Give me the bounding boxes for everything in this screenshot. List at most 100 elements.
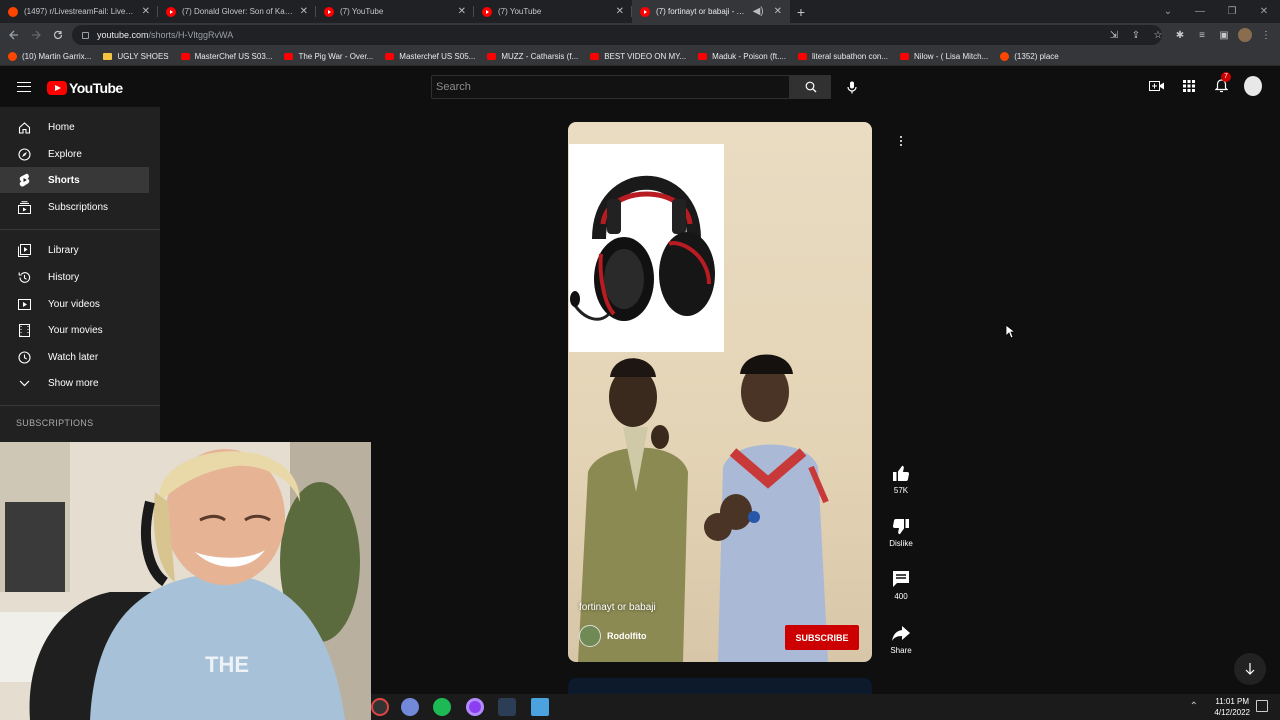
sidebar-item-label: History: [48, 271, 80, 283]
speaker-icon[interactable]: ◀): [753, 6, 764, 17]
obs-icon[interactable]: [371, 698, 389, 716]
lock-icon[interactable]: [82, 31, 89, 39]
bookmark[interactable]: MUZZ - Catharsis (f...: [487, 52, 578, 61]
next-short-button[interactable]: [1234, 653, 1266, 685]
reload-button[interactable]: [47, 24, 69, 46]
bookmark[interactable]: Maduk - Poison (ft....: [698, 52, 786, 61]
sidebar-item-home[interactable]: Home: [0, 114, 149, 140]
tray-chevron-icon[interactable]: ⌃: [1190, 701, 1198, 712]
close-icon[interactable]: ✕: [458, 6, 466, 17]
shorts-video-player[interactable]: fortinayt or babaji Rodolfito SUBSCRIBE: [568, 122, 872, 662]
sidebar-item-label: Library: [48, 244, 79, 256]
search-input[interactable]: Search: [431, 75, 790, 99]
browser-tab[interactable]: (7) YouTube ✕: [474, 0, 632, 23]
sidebar-item-show-more[interactable]: Show more: [0, 370, 149, 396]
restore-button[interactable]: ❐: [1216, 0, 1248, 23]
minimize-button[interactable]: —: [1184, 0, 1216, 23]
sidebar-item-history[interactable]: History: [0, 264, 149, 290]
action-center-icon[interactable]: [1256, 700, 1268, 712]
bookmark-label: Masterchef US S05...: [399, 51, 476, 61]
voice-search-button[interactable]: [841, 76, 863, 98]
extensions-icon[interactable]: ✱: [1172, 30, 1188, 41]
bookmark-label: The Pig War - Over...: [298, 51, 374, 61]
browser-tab-active[interactable]: (7) fortinayt or babaji - YouTu ◀) ✕: [632, 0, 790, 23]
youtube-icon: [482, 6, 492, 17]
notifications-bell-icon[interactable]: 7: [1212, 72, 1231, 95]
sidebar-section-heading: SUBSCRIPTIONS: [16, 418, 94, 428]
sidebar-item-library[interactable]: Library: [0, 237, 149, 263]
close-icon[interactable]: ✕: [616, 6, 624, 17]
sidebar-item-shorts[interactable]: Shorts: [0, 167, 149, 193]
browser-tab[interactable]: (1497) r/LivestreamFail: Livestrea ✕: [0, 0, 158, 23]
share-button[interactable]: Share: [882, 622, 920, 655]
bookmark[interactable]: BEST VIDEO ON MY...: [590, 52, 686, 61]
bookmark-label: MasterChef US S03...: [194, 51, 273, 61]
bookmark-label: Nilow - ( Lisa Mitch...: [914, 51, 989, 61]
spotify-icon[interactable]: [433, 698, 451, 716]
side-panel-icon[interactable]: ▣: [1216, 30, 1232, 41]
app-icon[interactable]: [466, 698, 484, 716]
install-icon[interactable]: ⇲: [1106, 30, 1122, 41]
more-options-icon[interactable]: [895, 133, 907, 149]
search-button[interactable]: [790, 75, 831, 99]
share-label: Share: [890, 646, 912, 655]
dislike-button[interactable]: Dislike: [882, 515, 920, 548]
account-avatar[interactable]: [1244, 76, 1262, 96]
bookmark[interactable]: UGLY SHOES: [103, 51, 169, 61]
bookmark[interactable]: Nilow - ( Lisa Mitch...: [900, 52, 988, 61]
bookmark-label: (10) Martin Garrix...: [22, 51, 92, 61]
sidebar-item-your-movies[interactable]: Your movies: [0, 317, 149, 343]
sidebar-item-label: Show more: [48, 377, 99, 389]
channel-info[interactable]: Rodolfito: [579, 625, 647, 647]
share-icon[interactable]: ⇪: [1128, 30, 1144, 41]
sidebar-item-subscriptions[interactable]: Subscriptions: [0, 194, 149, 220]
channel-name[interactable]: Rodolfito: [607, 631, 647, 641]
close-icon[interactable]: ✕: [142, 6, 150, 17]
sidebar-item-your-videos[interactable]: Your videos: [0, 291, 149, 317]
like-button[interactable]: 57K: [882, 462, 920, 495]
bookmark[interactable]: (10) Martin Garrix...: [8, 51, 92, 61]
close-window-button[interactable]: ✕: [1248, 0, 1280, 23]
taskbar-clock[interactable]: 11:01 PM 4/12/2022: [1214, 696, 1250, 718]
create-video-icon[interactable]: [1148, 77, 1166, 95]
channel-avatar[interactable]: [579, 625, 601, 647]
hamburger-menu-icon[interactable]: [17, 82, 31, 92]
sidebar-item-watch-later[interactable]: Watch later: [0, 344, 149, 370]
media-icon[interactable]: ≡: [1194, 30, 1210, 41]
youtube-logo[interactable]: YouTube: [47, 80, 123, 96]
bookmark[interactable]: The Pig War - Over...: [284, 52, 373, 61]
bookmark-label: UGLY SHOES: [117, 51, 169, 61]
comments-button[interactable]: 400: [882, 568, 920, 601]
sidebar-item-label: Your movies: [48, 324, 103, 336]
apps-grid-icon[interactable]: [1180, 77, 1198, 95]
tab-search-icon[interactable]: ⌄: [1152, 0, 1184, 23]
new-tab-button[interactable]: +: [790, 0, 812, 23]
bookmark[interactable]: (1352) place: [1000, 51, 1059, 61]
youtube-masthead: YouTube Search 7: [0, 67, 1280, 107]
close-icon[interactable]: ✕: [774, 6, 782, 17]
close-icon[interactable]: ✕: [300, 6, 308, 17]
forward-button[interactable]: [25, 24, 47, 46]
explorer-icon[interactable]: [531, 698, 549, 716]
steam-icon[interactable]: [498, 698, 516, 716]
discord-icon[interactable]: [401, 698, 419, 716]
back-button[interactable]: [3, 24, 25, 46]
menu-icon[interactable]: ⋮: [1258, 30, 1274, 41]
shorts-icon: [17, 173, 31, 187]
clock-time: 11:01 PM: [1215, 697, 1250, 706]
bookmark[interactable]: Masterchef US S05...: [385, 52, 475, 61]
bookmark[interactable]: MasterChef US S03...: [180, 51, 273, 61]
address-bar[interactable]: youtube.com/shorts/H-VltggRvWA: [72, 25, 1162, 45]
profile-avatar[interactable]: [1238, 28, 1252, 42]
browser-tab[interactable]: (7) YouTube ✕: [316, 0, 474, 23]
bookmark-label: Maduk - Poison (ft....: [712, 51, 786, 61]
clock-date: 4/12/2022: [1214, 708, 1250, 717]
sidebar-item-label: Subscriptions: [48, 201, 109, 213]
sidebar-item-label: Home: [48, 121, 75, 133]
star-icon[interactable]: ☆: [1150, 30, 1166, 41]
subscribe-button[interactable]: SUBSCRIBE: [785, 625, 859, 650]
like-count: 57K: [893, 486, 909, 495]
bookmark[interactable]: literal subathon con...: [797, 52, 888, 61]
browser-tab[interactable]: (7) Donald Glover: Son of Kanye ✕: [158, 0, 316, 23]
sidebar-item-explore[interactable]: Explore: [0, 141, 149, 167]
